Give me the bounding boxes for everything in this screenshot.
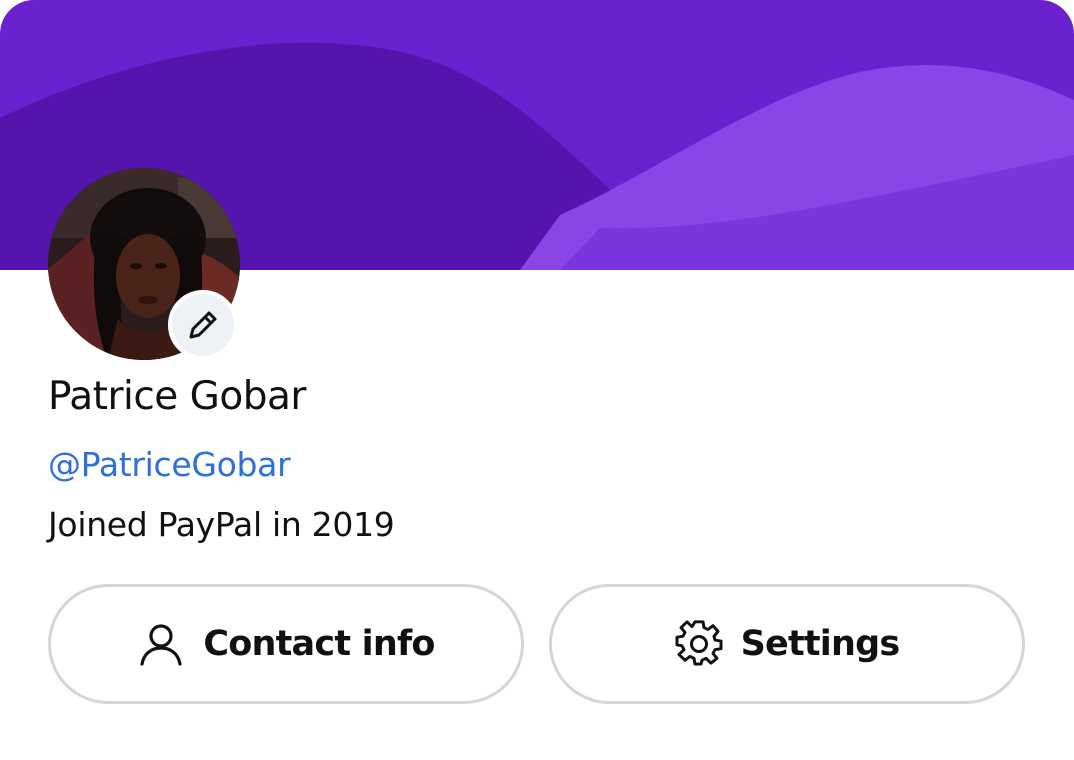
settings-button[interactable]: Settings [549, 584, 1025, 704]
contact-info-button[interactable]: Contact info [48, 584, 524, 704]
gear-icon [675, 620, 723, 668]
avatar-container [48, 168, 240, 360]
profile-handle-link[interactable]: @PatriceGobar [48, 445, 291, 484]
pencil-icon [183, 305, 223, 345]
settings-label: Settings [740, 624, 901, 664]
edit-avatar-button[interactable] [168, 290, 238, 360]
contact-info-label: Contact info [203, 624, 435, 664]
joined-date: Joined PayPal in 2019 [48, 505, 395, 544]
person-icon [137, 620, 185, 668]
profile-card: Patrice Gobar @PatriceGobar Joined PayPa… [0, 0, 1074, 760]
profile-name: Patrice Gobar [48, 374, 306, 419]
